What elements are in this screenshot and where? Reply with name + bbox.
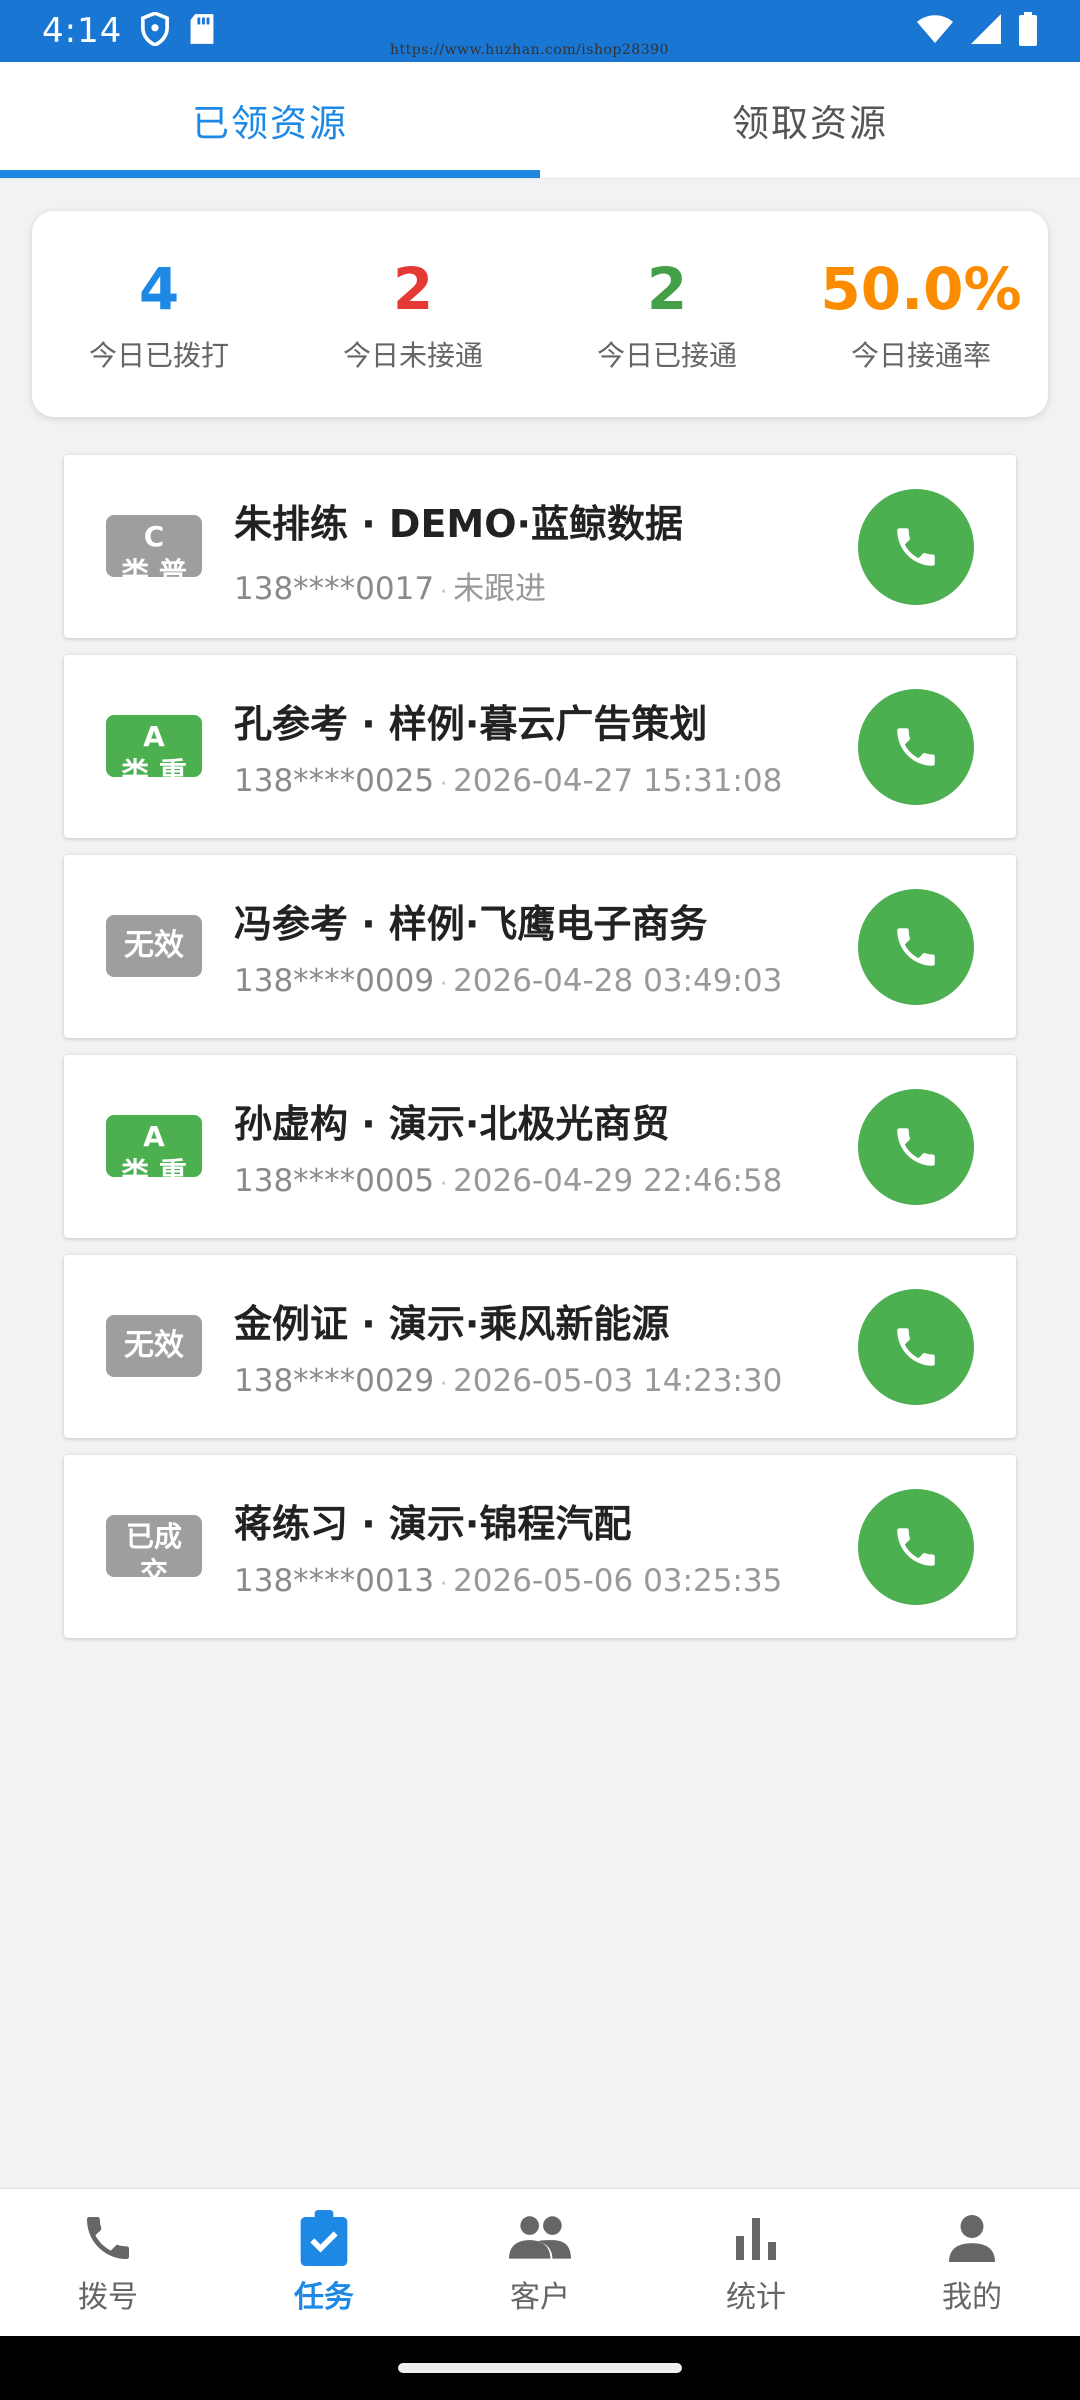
list-item[interactable]: A类 重 孔参考 · 样例·暮云广告策划 138****0025 · 2026-04…: [64, 655, 1016, 838]
nav-profile[interactable]: 我的: [864, 2189, 1080, 2336]
bottom-nav: 拨号 任务 客户 统计 我的: [0, 2188, 1080, 2336]
customer-name: 朱排练 · DEMO·蓝鲸数据: [234, 502, 683, 546]
customer-name: 冯参考 · 样例·飞鹰电子商务: [234, 902, 708, 946]
call-button[interactable]: [858, 1289, 974, 1405]
customer-phone: 138****0017: [234, 571, 435, 607]
stat-unanswered-label: 今日未接通: [342, 339, 483, 372]
stat-connect-rate: 50.0% 今日接通率: [794, 254, 1048, 374]
list-item[interactable]: 已成交 蒋练习 · 演示·锦程汽配 138****0013 · 2026-05-06…: [64, 1455, 1016, 1638]
customer-sub: 138****0017 · 未跟进: [234, 563, 546, 608]
nav-statistics[interactable]: 统计: [648, 2189, 864, 2336]
customer-level-badge: 已成交: [106, 1515, 202, 1577]
customer-name: 孙虚构 · 演示·北极光商贸: [234, 1102, 670, 1146]
status-time: 4:14: [42, 11, 123, 51]
shield-icon: [140, 11, 170, 50]
separator-dot: ·: [440, 1572, 448, 1597]
customer-name: 金例证 · 演示·乘风新能源: [234, 1302, 670, 1346]
call-button[interactable]: [858, 1489, 974, 1605]
stat-connected-value: 2: [646, 255, 688, 323]
list-item[interactable]: 无效 冯参考 · 样例·飞鹰电子商务 138****0009 · 2026-04-2…: [64, 855, 1016, 1038]
customer-name: 蒋练习 · 演示·锦程汽配: [234, 1502, 632, 1546]
bar-chart-icon: [733, 2210, 779, 2266]
customer-phone: 138****0009: [234, 963, 435, 999]
stat-dialed: 4 今日已拨打: [32, 254, 286, 374]
watermark-url: https://www.huzhan.com/ishop28390: [390, 42, 669, 58]
customer-phone: 138****0025: [234, 763, 435, 799]
daily-stats-card: 4 今日已拨打 2 今日未接通 2 今日已接通 50.0% 今日接通率: [32, 211, 1048, 417]
status-bar: 4:14 https://www.huzhan.com/ishop28390: [0, 0, 1080, 62]
call-button[interactable]: [858, 689, 974, 805]
nav-customers[interactable]: 客户: [432, 2189, 648, 2336]
customer-level-badge: 无效: [106, 1315, 202, 1377]
phone-icon: [897, 1328, 935, 1366]
person-icon: [949, 2210, 995, 2266]
stat-connect-rate-value: 50.0%: [820, 255, 1022, 323]
separator-dot: ·: [440, 580, 448, 605]
stat-dialed-label: 今日已拨打: [88, 339, 229, 372]
stat-unanswered: 2 今日未接通: [286, 254, 540, 374]
list-item[interactable]: C类 普 朱排练 · DEMO·蓝鲸数据 138****0017 · 未跟进: [64, 455, 1016, 638]
phone-icon: [80, 2210, 136, 2266]
customer-level-badge: 无效: [106, 915, 202, 977]
phone-icon: [897, 1128, 935, 1166]
last-call-time: 2026-04-27 15:31:08: [453, 763, 783, 799]
call-button[interactable]: [858, 1089, 974, 1205]
customer-sub: 138****0009 · 2026-04-28 03:49:03: [234, 963, 782, 999]
wifi-icon: [916, 14, 954, 48]
battery-icon: [1018, 12, 1038, 50]
people-icon: [509, 2210, 571, 2266]
clipboard-check-icon: [298, 2209, 350, 2266]
customer-phone: 138****0013: [234, 1563, 435, 1599]
nav-profile-label: 我的: [942, 2279, 1002, 2315]
nav-dial[interactable]: 拨号: [0, 2189, 216, 2336]
last-call-time: 2026-04-29 22:46:58: [453, 1163, 783, 1199]
customer-level-badge: A类 重: [106, 715, 202, 777]
phone-icon: [897, 728, 935, 766]
stat-connected: 2 今日已接通: [540, 254, 794, 374]
phone-icon: [897, 928, 935, 966]
customer-phone: 138****0029: [234, 1363, 435, 1399]
stat-unanswered-value: 2: [392, 255, 434, 323]
tab-claimed-resources[interactable]: 已领资源: [0, 62, 540, 178]
stat-connect-rate-label: 今日接通率: [850, 339, 991, 372]
last-call-time: 2026-05-06 03:25:35: [453, 1563, 783, 1599]
stat-connected-label: 今日已接通: [596, 339, 737, 372]
customer-phone: 138****0005: [234, 1163, 435, 1199]
nav-customers-label: 客户: [510, 2279, 570, 2315]
nav-statistics-label: 统计: [726, 2279, 786, 2315]
separator-dot: ·: [440, 1172, 448, 1197]
home-gesture-handle[interactable]: [398, 2363, 682, 2373]
follow-up-status: 未跟进: [453, 571, 547, 607]
separator-dot: ·: [440, 972, 448, 997]
call-button[interactable]: [858, 889, 974, 1005]
list-item[interactable]: A类 重 孙虚构 · 演示·北极光商贸 138****0005 · 2026-04-…: [64, 1055, 1016, 1238]
customer-sub: 138****0025 · 2026-04-27 15:31:08: [234, 763, 782, 799]
last-call-time: 2026-05-03 14:23:30: [453, 1363, 783, 1399]
signal-icon: [970, 13, 1002, 49]
nav-tasks[interactable]: 任务: [216, 2189, 432, 2336]
sd-card-icon: [188, 13, 216, 49]
customer-sub: 138****0029 · 2026-05-03 14:23:30: [234, 1363, 782, 1399]
list-item[interactable]: 无效 金例证 · 演示·乘风新能源 138****0029 · 2026-05-03…: [64, 1255, 1016, 1438]
separator-dot: ·: [440, 1372, 448, 1397]
nav-dial-label: 拨号: [78, 2279, 138, 2315]
customer-sub: 138****0005 · 2026-04-29 22:46:58: [234, 1163, 782, 1199]
customer-level-badge: C类 普: [106, 515, 202, 577]
nav-tasks-label: 任务: [294, 2279, 354, 2315]
system-navigation-bar: [0, 2336, 1080, 2400]
customer-level-badge: A类 重: [106, 1115, 202, 1177]
separator-dot: ·: [440, 772, 448, 797]
last-call-time: 2026-04-28 03:49:03: [453, 963, 783, 999]
customer-name: 孔参考 · 样例·暮云广告策划: [234, 702, 708, 746]
stat-dialed-value: 4: [138, 255, 180, 323]
customer-sub: 138****0013 · 2026-05-06 03:25:35: [234, 1563, 782, 1599]
resource-tabs: 已领资源 领取资源: [0, 62, 1080, 179]
phone-icon: [897, 1528, 935, 1566]
call-button[interactable]: [858, 489, 974, 605]
phone-icon: [897, 528, 935, 566]
tab-claim-resources[interactable]: 领取资源: [540, 62, 1080, 178]
